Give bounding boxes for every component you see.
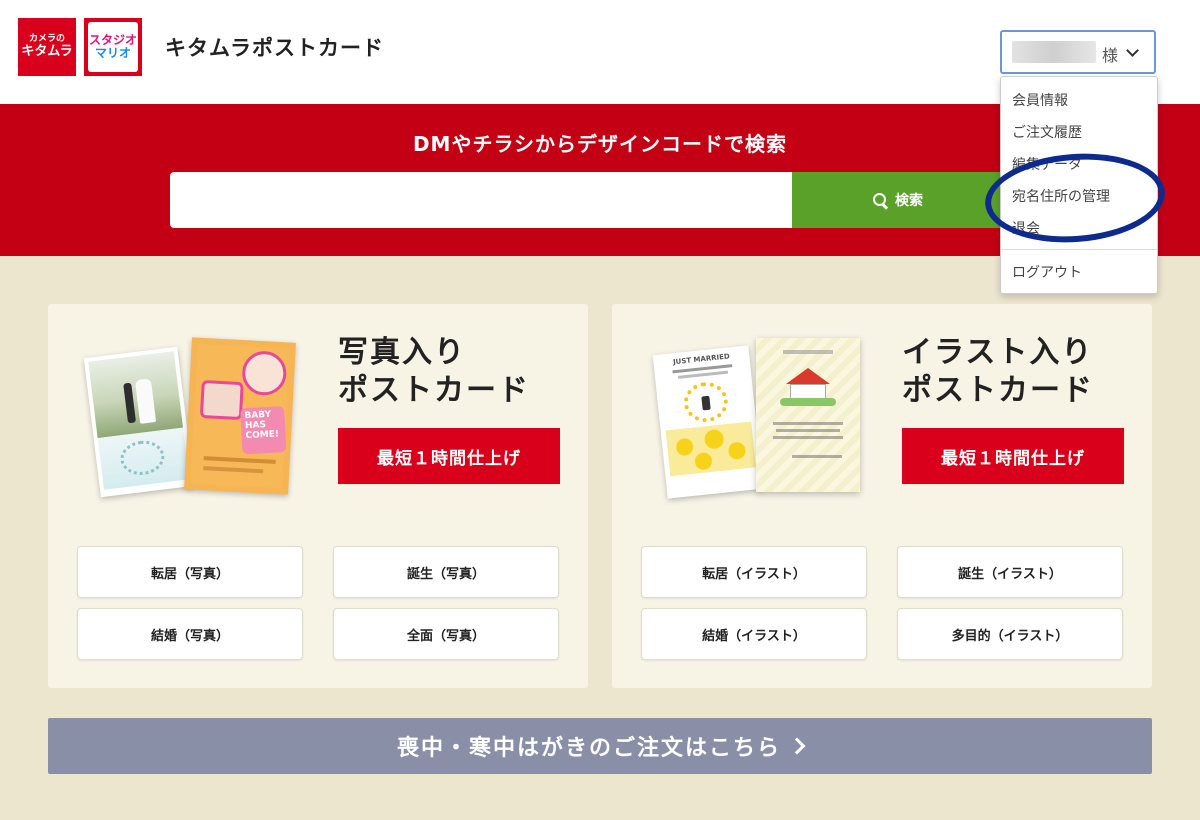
illust-panel-title-line1: イラスト入り xyxy=(902,335,1094,370)
kitamura-logo-big-text: キタムラ xyxy=(21,43,73,59)
menu-divider xyxy=(1001,249,1157,250)
illust-panel-title-line2: ポストカード xyxy=(902,372,1094,408)
blurred-username xyxy=(1012,41,1096,63)
search-button-label: 検索 xyxy=(895,192,923,208)
category-wedding-illust[interactable]: 結婚（イラスト） xyxy=(641,608,867,660)
user-menu-button[interactable]: 様 xyxy=(1000,30,1156,74)
photo-postcard-panel: BABY HAS COME! 写真入り ポストカード 最短１時間仕上げ 転居（写… xyxy=(48,304,588,688)
category-birth-illust[interactable]: 誕生（イラスト） xyxy=(897,546,1123,598)
menu-item-order-history[interactable]: ご注文履歴 xyxy=(1001,117,1157,147)
photo-card-thumbnails[interactable]: BABY HAS COME! xyxy=(83,332,316,512)
chevron-right-icon xyxy=(788,737,806,755)
menu-item-member-info[interactable]: 会員情報 xyxy=(1001,85,1157,115)
illust-quick-finish-button[interactable]: 最短１時間仕上げ xyxy=(902,428,1124,484)
illust-card-thumbnails[interactable]: JUST MARRIED xyxy=(650,332,880,512)
category-birth-photo[interactable]: 誕生（写真） xyxy=(333,546,559,598)
design-code-search-input[interactable] xyxy=(170,172,792,228)
photo-panel-title-line1: 写真入り xyxy=(338,335,466,370)
studio-mario-logo-line2: マリオ xyxy=(94,46,131,60)
house-illust-card-image xyxy=(756,338,860,492)
kitamura-logo[interactable]: カメラの キタムラ xyxy=(18,18,76,76)
search-button[interactable]: 検索 xyxy=(792,172,1004,228)
illust-postcard-panel: JUST MARRIED イラスト入り ポストカード 最短１時間仕上げ 転居（イ… xyxy=(612,304,1152,688)
wedding-illust-card-image: JUST MARRIED xyxy=(652,345,764,499)
chevron-down-icon xyxy=(1126,44,1139,57)
site-title: キタムラポストカード xyxy=(165,36,384,60)
baby-card-caption: BABY HAS COME! xyxy=(240,406,287,455)
mourning-banner-label: 喪中・寒中はがきのご注文はこちら xyxy=(396,735,781,760)
studio-mario-logo[interactable]: スタジオ マリオ xyxy=(84,18,142,76)
category-multipurpose-illust[interactable]: 多目的（イラスト） xyxy=(897,608,1123,660)
category-moving-photo[interactable]: 転居（写真） xyxy=(77,546,303,598)
wedding-photo-card-image xyxy=(83,346,195,498)
search-icon xyxy=(873,193,887,207)
photo-panel-title: 写真入り ポストカード xyxy=(338,334,530,409)
illust-panel-title: イラスト入り ポストカード xyxy=(902,334,1094,409)
user-honorific: 様 xyxy=(1102,46,1119,65)
menu-item-logout[interactable]: ログアウト xyxy=(1001,257,1157,287)
category-moving-illust[interactable]: 転居（イラスト） xyxy=(641,546,867,598)
category-wedding-photo[interactable]: 結婚（写真） xyxy=(77,608,303,660)
mourning-card-order-banner[interactable]: 喪中・寒中はがきのご注文はこちら xyxy=(48,718,1152,774)
photo-panel-title-line2: ポストカード xyxy=(338,372,530,408)
photo-quick-finish-button[interactable]: 最短１時間仕上げ xyxy=(338,428,560,484)
studio-mario-logo-inner: スタジオ マリオ xyxy=(88,22,138,72)
category-fullbleed-photo[interactable]: 全面（写真） xyxy=(333,608,559,660)
baby-photo-card-image: BABY HAS COME! xyxy=(184,337,296,495)
